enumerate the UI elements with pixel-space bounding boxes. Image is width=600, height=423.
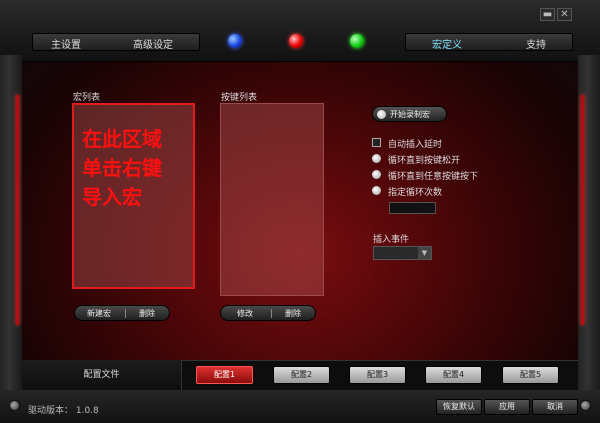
config-4-button[interactable]: 配置4 xyxy=(425,366,482,384)
loop-any-label: 循环直到任意按键按下 xyxy=(388,172,479,182)
tab-support[interactable]: 支持 xyxy=(526,36,546,51)
divider xyxy=(125,309,126,318)
config-3-button[interactable]: 配置3 xyxy=(349,366,406,384)
frame-right xyxy=(578,55,600,390)
macro-button-group: 新建宏 删除 xyxy=(74,305,170,321)
app-window: ▬ ✕ 主设置 高级设定 宏定义 支持 宏列表 在此区域 单击右键 导入宏 新建… xyxy=(0,0,600,423)
macro-list-label: 宏列表 xyxy=(73,93,101,103)
start-record-label: 开始录制宏 xyxy=(390,110,430,119)
close-button[interactable]: ✕ xyxy=(557,8,572,21)
frame-left xyxy=(0,55,22,390)
tab-advanced-settings[interactable]: 高级设定 xyxy=(133,36,173,51)
nav-right: 宏定义 支持 xyxy=(405,33,573,51)
key-button-group: 修改 删除 xyxy=(220,305,316,321)
edit-key-button[interactable]: 修改 xyxy=(237,308,253,319)
minimize-button[interactable]: ▬ xyxy=(540,8,555,21)
reset-default-button[interactable]: 恢复默认 xyxy=(436,399,482,415)
delete-key-button[interactable]: 删除 xyxy=(285,308,301,319)
record-icon xyxy=(377,110,386,119)
tab-main-settings[interactable]: 主设置 xyxy=(51,36,81,51)
nav-left: 主设置 高级设定 xyxy=(32,33,200,51)
cancel-button[interactable]: 取消 xyxy=(532,399,578,415)
auto-delay-label: 自动插入延时 xyxy=(388,140,443,150)
config-5-button[interactable]: 配置5 xyxy=(502,366,559,384)
screw-icon xyxy=(580,400,591,411)
loop-release-label: 循环直到按键松开 xyxy=(388,156,461,166)
delete-macro-button[interactable]: 删除 xyxy=(139,308,155,319)
macro-list-hint: 在此区域 单击右键 导入宏 xyxy=(82,127,162,209)
macro-list[interactable]: 在此区域 单击右键 导入宏 xyxy=(72,103,195,289)
screw-icon xyxy=(9,400,20,411)
driver-version: 驱动版本： 1.0.8 xyxy=(28,406,99,416)
insert-event-select[interactable]: ▼ xyxy=(373,246,432,260)
new-macro-button[interactable]: 新建宏 xyxy=(87,308,111,319)
checkbox[interactable] xyxy=(372,138,381,147)
config-1-button[interactable]: 配置1 xyxy=(196,366,253,384)
divider xyxy=(271,309,272,318)
start-record-button[interactable]: 开始录制宏 xyxy=(372,106,447,122)
blue-led-icon xyxy=(228,34,242,48)
loop-count-input[interactable] xyxy=(389,202,436,214)
apply-button[interactable]: 应用 xyxy=(484,399,530,415)
title-bar xyxy=(0,0,600,62)
insert-event-label: 插入事件 xyxy=(373,235,410,245)
key-list[interactable] xyxy=(220,103,324,296)
tab-macro[interactable]: 宏定义 xyxy=(432,36,462,51)
config-2-button[interactable]: 配置2 xyxy=(273,366,330,384)
green-led-icon xyxy=(350,34,364,48)
chevron-down-icon: ▼ xyxy=(418,247,431,259)
profile-label: 配置文件 xyxy=(22,360,182,390)
radio-button[interactable] xyxy=(372,186,381,195)
key-list-label: 按键列表 xyxy=(221,93,258,103)
loop-count-label: 指定循环次数 xyxy=(388,188,443,198)
red-led-icon xyxy=(289,34,303,48)
radio-button[interactable] xyxy=(372,154,381,163)
radio-button[interactable] xyxy=(372,170,381,179)
